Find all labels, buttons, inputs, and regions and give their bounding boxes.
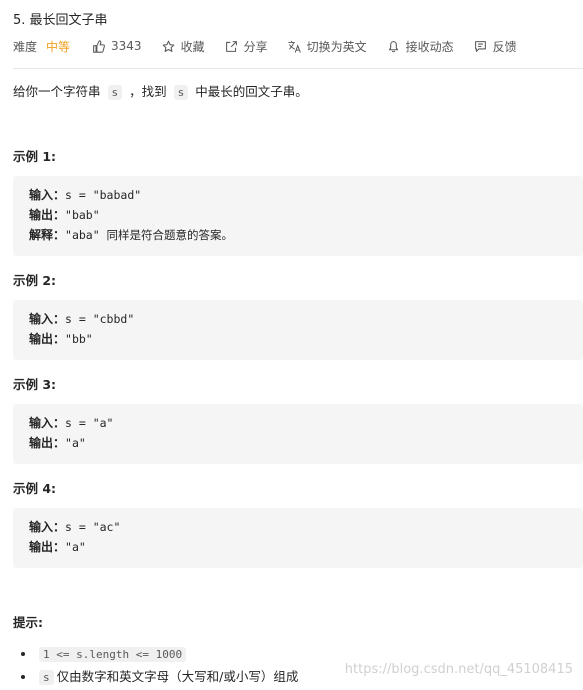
star-icon: [162, 40, 175, 53]
input-value: s = "babad": [65, 188, 142, 202]
hints-title: 提示:: [13, 615, 43, 630]
example-block: 输入：s = "cbbd" 输出："bb": [13, 300, 583, 360]
description-text: 给你一个字符串: [13, 84, 101, 99]
hints-list: 1 <= s.length <= 1000 s仅由数字和英文字母（大写和/或小写…: [36, 643, 298, 689]
example-block: 输入：s = "a" 输出："a": [13, 404, 583, 464]
like-button[interactable]: 3343: [92, 39, 142, 53]
output-value: "bb": [65, 332, 93, 346]
input-value: s = "cbbd": [65, 312, 135, 326]
example-title: 示例 2:: [13, 273, 57, 288]
inline-code: s: [173, 85, 189, 100]
example-title: 示例 3:: [13, 377, 57, 392]
input-key: 输入：: [29, 188, 66, 202]
feedback-button[interactable]: 反馈: [474, 38, 517, 55]
share-button[interactable]: 分享: [225, 38, 268, 55]
header-divider: [13, 68, 583, 69]
inline-code: s: [39, 670, 54, 685]
like-count: 3343: [111, 39, 142, 53]
output-key: 输出：: [29, 540, 66, 554]
output-key: 输出：: [29, 436, 66, 450]
example-title: 示例 4:: [13, 481, 57, 496]
difficulty-label: 难度: [13, 39, 38, 54]
problem-title: 5. 最长回文子串: [13, 13, 108, 28]
output-key: 输出：: [29, 332, 66, 346]
input-key: 输入：: [29, 416, 66, 430]
thumbs-up-icon: [92, 39, 105, 53]
notify-label: 接收动态: [405, 39, 454, 54]
share-icon: [225, 40, 238, 53]
hint-text: 仅由数字和英文字母（大写和/或小写）组成: [56, 669, 299, 684]
list-item: 1 <= s.length <= 1000: [36, 643, 298, 666]
notify-button[interactable]: 接收动态: [387, 38, 454, 55]
example-block: 输入：s = "babad" 输出："bab" 解释："aba" 同样是符合题意…: [13, 176, 583, 256]
bell-icon: [387, 40, 400, 53]
explain-value: "aba" 同样是符合题意的答案。: [65, 228, 234, 242]
problem-description: 给你一个字符串 s ，找到 s 中最长的回文子串。: [13, 82, 308, 103]
input-key: 输入：: [29, 312, 66, 326]
translate-icon: [287, 40, 301, 53]
output-value: "a": [65, 436, 86, 450]
share-label: 分享: [243, 39, 268, 54]
translate-button[interactable]: 切换为英文: [287, 38, 367, 55]
output-value: "a": [65, 540, 86, 554]
explain-key: 解释：: [29, 228, 66, 242]
favorite-button[interactable]: 收藏: [162, 38, 205, 55]
example-title: 示例 1:: [13, 149, 57, 164]
list-item: s仅由数字和英文字母（大写和/或小写）组成: [36, 666, 298, 689]
difficulty-badge: 中等: [46, 39, 71, 54]
description-text: ，找到: [129, 84, 167, 99]
translate-label: 切换为英文: [306, 39, 367, 54]
watermark: https://blog.csdn.net/qq_45108415: [344, 662, 573, 677]
inline-code: s: [107, 85, 123, 100]
input-key: 输入：: [29, 520, 66, 534]
feedback-icon: [474, 40, 487, 53]
input-value: s = "ac": [65, 520, 121, 534]
input-value: s = "a": [65, 416, 114, 430]
description-text: 中最长的回文子串。: [195, 84, 308, 99]
output-value: "bab": [65, 208, 100, 222]
feedback-label: 反馈: [492, 39, 517, 54]
example-block: 输入：s = "ac" 输出："a": [13, 508, 583, 568]
favorite-label: 收藏: [180, 39, 205, 54]
output-key: 输出：: [29, 208, 66, 222]
problem-meta-bar: 难度 中等 3343 收藏 分享 切换为英文 接收动态 反馈: [13, 37, 537, 55]
inline-code: 1 <= s.length <= 1000: [39, 647, 187, 662]
